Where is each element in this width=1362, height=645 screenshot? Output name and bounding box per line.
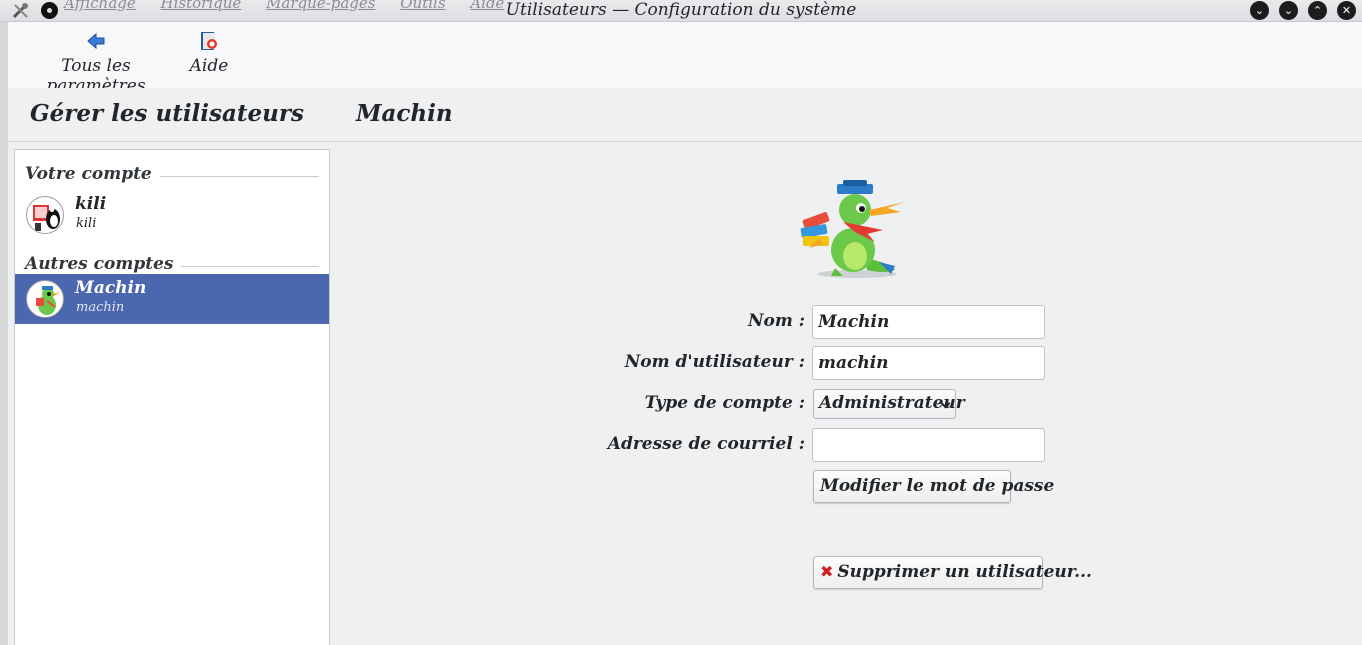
- email-label: Adresse de courriel :: [607, 434, 805, 454]
- maximize-icon[interactable]: ⌃: [1308, 1, 1327, 20]
- keep-below-icon[interactable]: ⌄: [1250, 1, 1269, 20]
- help-label: Aide: [189, 56, 229, 76]
- avatar: [26, 280, 64, 318]
- other-accounts-section: Autres comptes: [15, 240, 329, 274]
- username-field[interactable]: [812, 346, 1045, 380]
- help-button[interactable]: Aide: [188, 30, 230, 76]
- account-type-label: Type de compte :: [644, 393, 805, 413]
- page-header: Gérer les utilisateurs Machin: [8, 88, 1362, 142]
- window-title: Utilisateurs — Configuration du système: [505, 0, 857, 20]
- all-settings-button[interactable]: Tous les paramètres: [20, 30, 172, 96]
- account-type-select[interactable]: Administrateur: [813, 389, 965, 419]
- delete-user-label: Supprimer un utilisateur...: [837, 562, 1092, 582]
- email-field[interactable]: [812, 428, 1045, 462]
- user-name: kili: [75, 194, 107, 214]
- user-name: Machin: [75, 278, 147, 298]
- username-label: Nom d'utilisateur :: [624, 352, 805, 372]
- delete-icon: ✖: [820, 562, 834, 581]
- accounts-list: Votre compte kili kili Autres comptes Ma…: [14, 149, 330, 645]
- title-bar: Affichage Historique Marque-pages Outils…: [0, 0, 1362, 22]
- help-book-icon: [201, 32, 217, 50]
- name-field[interactable]: [812, 305, 1045, 339]
- own-account-section: Votre compte: [15, 150, 329, 184]
- delete-user-button[interactable]: ✖ Supprimer un utilisateur...: [813, 556, 1092, 589]
- manage-users-title: Gérer les utilisateurs: [30, 100, 304, 127]
- toolbar: Tous les paramètres Aide: [8, 22, 1362, 96]
- user-item-kili[interactable]: kili kili: [15, 190, 329, 240]
- background-window-edge: [0, 22, 8, 645]
- own-account-heading: Votre compte: [25, 164, 160, 184]
- selected-user-title: Machin: [356, 100, 453, 127]
- user-avatar-image[interactable]: [795, 178, 909, 282]
- avatar: [26, 196, 64, 234]
- user-login: machin: [76, 300, 125, 315]
- change-password-button[interactable]: Modifier le mot de passe: [813, 470, 1054, 503]
- name-label: Nom :: [747, 311, 805, 331]
- close-icon[interactable]: ✕: [1337, 1, 1356, 20]
- back-arrow-icon: [87, 32, 105, 50]
- user-login: kili: [76, 216, 97, 231]
- minimize-icon[interactable]: ⌄: [1279, 1, 1298, 20]
- change-password-label: Modifier le mot de passe: [820, 476, 1055, 496]
- user-item-machin[interactable]: Machin machin: [15, 274, 329, 324]
- other-accounts-heading: Autres comptes: [25, 254, 182, 274]
